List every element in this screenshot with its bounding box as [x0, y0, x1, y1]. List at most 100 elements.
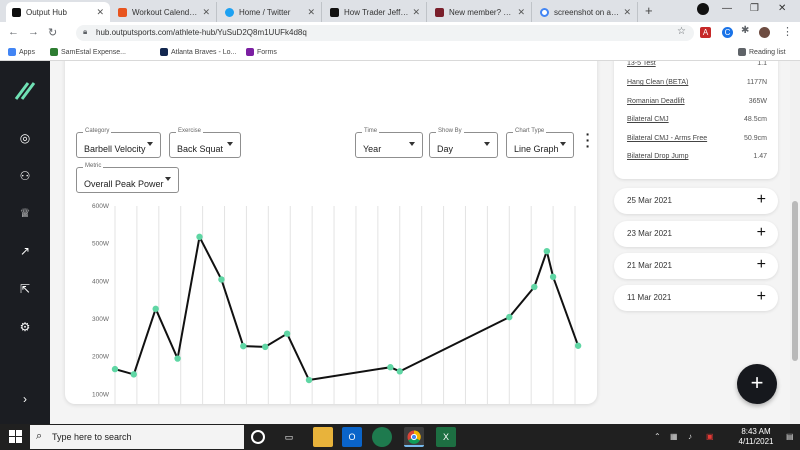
outlook-icon[interactable]: O: [342, 427, 362, 447]
session-card[interactable]: 25 Mar 2021 +: [614, 188, 778, 214]
trophy-icon[interactable]: ♕: [17, 205, 33, 221]
session-card[interactable]: 11 Mar 2021 +: [614, 285, 778, 311]
output-hub-app: ◎ ⚇ ♕ ↗ ⇱ ⚙ › Category Barbell Velocity …: [0, 61, 800, 424]
maximize-icon[interactable]: ❐: [750, 3, 759, 14]
bookmark-forms[interactable]: Forms: [246, 48, 277, 56]
close-tab-icon[interactable]: ✕: [412, 7, 420, 18]
data-point: [262, 343, 269, 351]
url-text: hub.outputsports.com/athlete-hub/YuSuD2Q…: [96, 28, 307, 37]
bookmark-star-icon[interactable]: ☆: [677, 26, 686, 37]
taskbar-search-box[interactable]: ⌕ Type here to search: [30, 425, 244, 449]
close-tab-icon[interactable]: ✕: [517, 7, 525, 18]
series-line: [114, 235, 580, 381]
expand-plus-icon[interactable]: +: [757, 191, 766, 209]
cortana-icon[interactable]: [251, 430, 265, 444]
browser-toolbar: ← → ↻ 🔒︎ hub.outputsports.com/athlete-hu…: [0, 22, 800, 44]
bookmark-apps[interactable]: Apps: [8, 48, 35, 56]
session-card[interactable]: 23 Mar 2021 +: [614, 221, 778, 247]
lift-name-link[interactable]: 13-5 Test: [627, 61, 656, 67]
search-icon: ⌕: [36, 430, 43, 442]
windows-start-icon[interactable]: [9, 430, 23, 444]
forms-site-icon: [246, 48, 254, 56]
profile-avatar-icon[interactable]: [759, 27, 770, 38]
new-tab-button[interactable]: +: [645, 3, 653, 18]
network-icon[interactable]: ▦: [670, 432, 678, 441]
lift-name-link[interactable]: Bilateral Drop Jump: [627, 153, 688, 160]
browser-menu-icon[interactable]: ⋮: [782, 25, 793, 38]
tab-label: screenshot on a de: [554, 7, 620, 17]
reading-list-button[interactable]: Reading list: [738, 48, 786, 56]
back-arrow-icon[interactable]: ←: [8, 26, 19, 38]
bookmarks-bar: Apps SamEstal Expense... Atlanta Braves …: [0, 44, 800, 61]
team-icon[interactable]: ⚇: [17, 168, 33, 184]
windows-taskbar: ⌕ Type here to search ▭ O X ⌃ ▦ ♪ ▣ 8:43…: [0, 424, 800, 450]
taskbar-clock[interactable]: 8:43 AM 4/11/2021: [730, 427, 782, 447]
scrollbar-thumb[interactable]: [792, 201, 798, 361]
tab-trader-article[interactable]: How Trader Jeff Yo ✕: [324, 2, 427, 22]
chrome-icon[interactable]: [404, 427, 424, 447]
trend-icon[interactable]: ↗: [17, 243, 33, 259]
lift-row[interactable]: 13-5 Test 1.1: [627, 61, 767, 67]
tab-new-member[interactable]: New member? Intr ✕: [429, 2, 532, 22]
close-tab-icon[interactable]: ✕: [623, 7, 631, 18]
y-tick-label: 500W: [92, 241, 110, 248]
dashboard-icon[interactable]: ◎: [17, 130, 33, 146]
add-session-button[interactable]: +: [737, 364, 777, 404]
lift-row[interactable]: Bilateral Drop Jump 1.47: [627, 153, 767, 160]
notifications-icon[interactable]: ▤: [786, 432, 794, 441]
close-tab-icon[interactable]: ✕: [307, 7, 315, 18]
pdf-extension-icon[interactable]: A: [700, 27, 711, 38]
volume-icon[interactable]: ♪: [688, 432, 692, 441]
window-close-icon[interactable]: ✕: [778, 3, 786, 14]
data-point: [531, 283, 538, 291]
antivirus-icon[interactable]: ▣: [706, 432, 714, 441]
tab-google-search[interactable]: screenshot on a de ✕: [534, 2, 638, 22]
expand-plus-icon[interactable]: +: [757, 224, 766, 242]
data-point: [396, 368, 403, 375]
forward-arrow-icon[interactable]: →: [28, 26, 39, 38]
expand-sidebar-icon[interactable]: ›: [17, 391, 33, 407]
minimize-icon[interactable]: —: [722, 3, 732, 14]
page-scrollbar[interactable]: [790, 61, 800, 424]
tab-output-hub[interactable]: Output Hub ✕: [6, 2, 110, 22]
expand-plus-icon[interactable]: +: [757, 256, 766, 274]
address-bar[interactable]: 🔒︎ hub.outputsports.com/athlete-hub/YuSu…: [76, 25, 694, 41]
chrome-alt-icon[interactable]: [372, 427, 392, 447]
lift-row[interactable]: Romanian Deadlift 365W: [627, 98, 767, 105]
data-point: [283, 330, 291, 337]
y-tick-label: 400W: [92, 278, 110, 285]
task-view-icon[interactable]: ▭: [279, 427, 299, 447]
system-tray-chevron-icon[interactable]: ⌃: [654, 432, 661, 441]
bookmark-label: Forms: [257, 48, 277, 56]
data-point: [240, 342, 247, 350]
bookmark-expense[interactable]: SamEstal Expense...: [50, 48, 126, 56]
lift-row[interactable]: Bilateral CMJ 48.5cm: [627, 116, 767, 123]
close-tab-icon[interactable]: ✕: [96, 7, 104, 18]
tab-label: Home / Twitter: [239, 7, 291, 17]
lift-row[interactable]: Bilateral CMJ - Arms Free 50.9cm: [627, 135, 767, 142]
reload-icon[interactable]: ↻: [48, 26, 57, 39]
export-icon[interactable]: ⇱: [17, 281, 33, 297]
bookmark-label: SamEstal Expense...: [61, 48, 126, 56]
bookmark-braves[interactable]: Atlanta Braves - Lo...: [160, 48, 236, 56]
file-explorer-icon[interactable]: [313, 427, 333, 447]
tab-label: Output Hub: [26, 7, 67, 17]
expense-site-icon: [50, 48, 58, 56]
lift-name-link[interactable]: Hang Clean (BETA): [627, 79, 688, 86]
session-card[interactable]: 21 Mar 2021 +: [614, 253, 778, 279]
output-logo-icon[interactable]: [14, 79, 36, 101]
excel-icon[interactable]: X: [436, 427, 456, 447]
expand-plus-icon[interactable]: +: [757, 288, 766, 306]
puzzle-extensions-icon[interactable]: ✱: [741, 25, 749, 36]
tab-twitter[interactable]: Home / Twitter ✕: [219, 2, 322, 22]
lift-name-link[interactable]: Bilateral CMJ - Arms Free: [627, 135, 707, 142]
lift-row[interactable]: Hang Clean (BETA) 1177N: [627, 79, 767, 86]
extension-icon[interactable]: C: [722, 27, 733, 38]
lift-name-link[interactable]: Bilateral CMJ: [627, 116, 669, 123]
y-tick-label: 300W: [92, 316, 110, 323]
close-tab-icon[interactable]: ✕: [202, 7, 210, 18]
tab-workout-calendar[interactable]: Workout Calendar | ✕: [112, 2, 217, 22]
settings-icon[interactable]: ⚙: [17, 319, 33, 335]
data-point: [305, 376, 313, 384]
lift-name-link[interactable]: Romanian Deadlift: [627, 98, 685, 105]
